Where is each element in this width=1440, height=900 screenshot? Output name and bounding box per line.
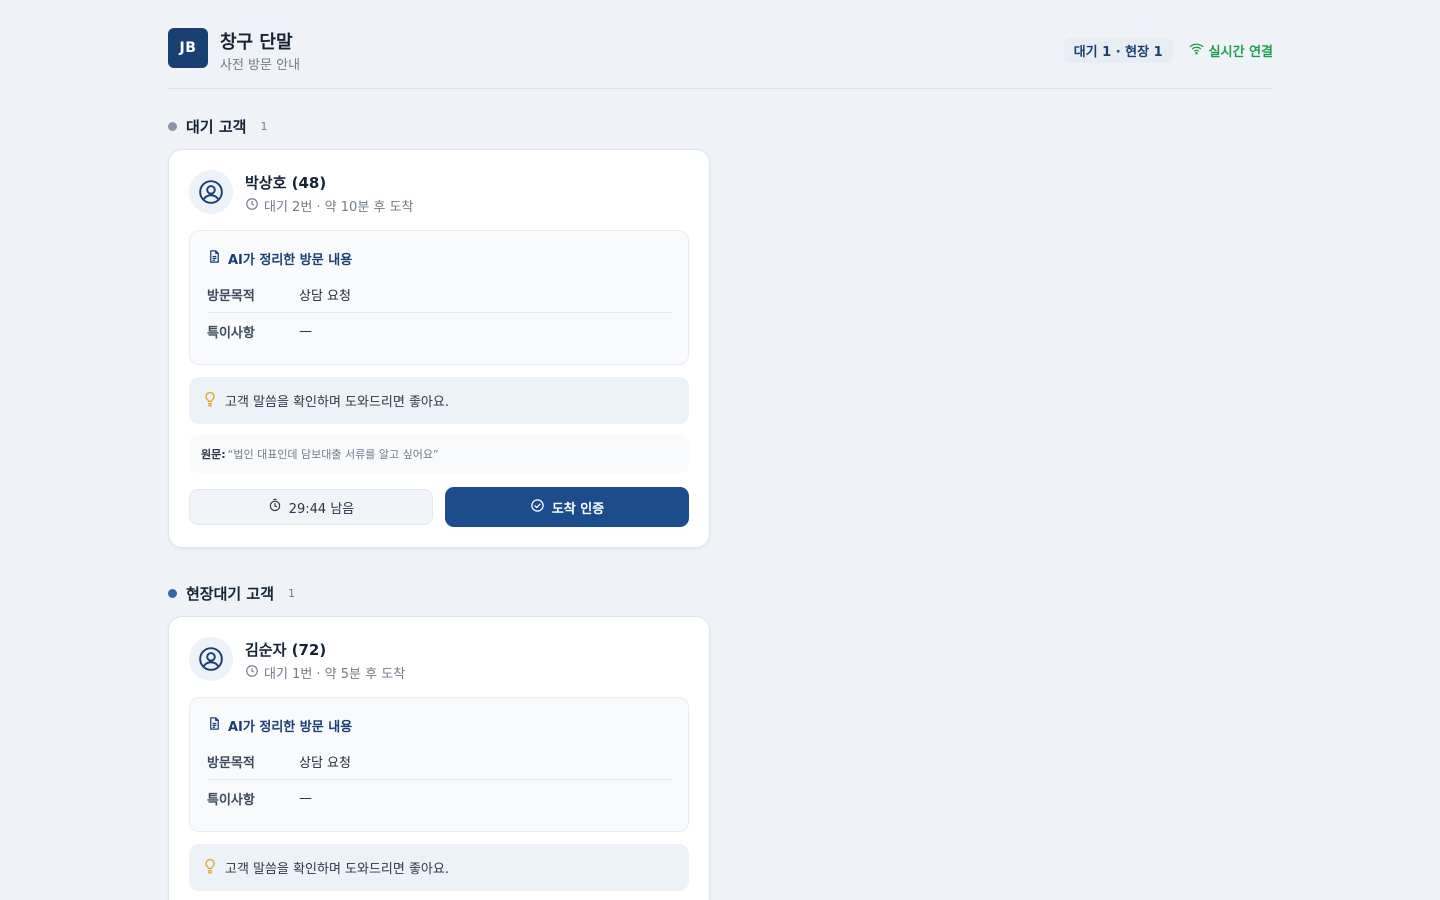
arrival-verify-button[interactable]: 도착 인증 bbox=[445, 487, 689, 527]
visit-purpose-row: 방문목적 상담 요청 bbox=[207, 277, 673, 313]
section-title: 현장대기 고객 bbox=[186, 584, 275, 603]
customer-name: 김순자 (72) bbox=[245, 641, 327, 659]
wifi-icon bbox=[1189, 41, 1204, 60]
app-logo: JB bbox=[168, 28, 208, 68]
ai-summary-title-text: AI가 정리한 방문 내용 bbox=[228, 720, 353, 735]
user-circle-icon bbox=[189, 637, 233, 681]
section-waiting-header: 대기 고객 1 bbox=[168, 116, 267, 136]
stopwatch-icon bbox=[268, 498, 282, 516]
customer-card: 김순자 (72) 대기 1번 · 약 5분 후 도착 AI가 정리한 방문 내용… bbox=[168, 616, 710, 900]
visit-purpose-label: 방문목적 bbox=[207, 756, 255, 771]
customer-meta: 대기 2번 · 약 10분 후 도착 bbox=[245, 196, 413, 215]
staff-tip: 고객 말씀을 확인하며 도와드리면 좋아요. bbox=[189, 844, 689, 891]
original-request-label: 원문: bbox=[201, 448, 226, 461]
special-note-value: — bbox=[299, 790, 312, 806]
remaining-time-label: 29:44 남음 bbox=[288, 501, 355, 517]
staff-tip-text: 고객 말씀을 확인하며 도와드리면 좋아요. bbox=[225, 395, 449, 410]
section-dot bbox=[168, 588, 177, 598]
page: JB 창구 단말 사전 방문 안내 대기 1 · 현장 1 실시간 연결 대기 … bbox=[0, 0, 1440, 900]
customer-meta: 대기 1번 · 약 5분 후 도착 bbox=[245, 663, 405, 682]
document-icon bbox=[207, 716, 222, 735]
customer-meta-text: 대기 1번 · 약 5분 후 도착 bbox=[264, 667, 406, 682]
visit-purpose-row: 방문목적 상담 요청 bbox=[207, 744, 673, 780]
visit-purpose-value: 상담 요청 bbox=[299, 289, 351, 304]
document-icon bbox=[207, 249, 222, 268]
section-count: 1 bbox=[288, 586, 296, 600]
app-title: 창구 단말 bbox=[220, 32, 293, 53]
customer-name: 박상호 (48) bbox=[245, 174, 327, 192]
live-connection-status: 실시간 연결 bbox=[1189, 41, 1273, 60]
ai-summary-box: AI가 정리한 방문 내용 방문목적 상담 요청 특이사항 — bbox=[189, 230, 689, 365]
special-note-label: 특이사항 bbox=[207, 792, 255, 808]
clock-icon bbox=[245, 664, 259, 682]
special-note-row: 특이사항 — bbox=[207, 313, 673, 349]
remaining-time-button[interactable]: 29:44 남음 bbox=[189, 489, 433, 525]
staff-tip: 고객 말씀을 확인하며 도와드리면 좋아요. bbox=[189, 377, 689, 424]
live-status-label: 실시간 연결 bbox=[1208, 45, 1273, 60]
app-header: JB 창구 단말 사전 방문 안내 대기 1 · 현장 1 실시간 연결 bbox=[168, 28, 1273, 89]
arrival-verify-label: 도착 인증 bbox=[551, 501, 605, 517]
original-request-text: “법인 대표인데 담보대출 서류를 알고 싶어요” bbox=[227, 448, 439, 461]
section-count: 1 bbox=[260, 119, 268, 133]
header-status: 대기 1 · 현장 1 실시간 연결 bbox=[1063, 38, 1273, 63]
ai-summary-title: AI가 정리한 방문 내용 bbox=[207, 716, 352, 735]
visit-purpose-value: 상담 요청 bbox=[299, 756, 351, 771]
section-dot bbox=[168, 121, 177, 131]
clock-icon bbox=[245, 197, 259, 215]
special-note-value: — bbox=[299, 323, 312, 339]
lightbulb-icon bbox=[203, 391, 217, 411]
staff-tip-text: 고객 말씀을 확인하며 도와드리면 좋아요. bbox=[225, 862, 449, 877]
original-request: 원문: “법인 대표인데 담보대출 서류를 알고 싶어요” bbox=[189, 435, 689, 473]
ai-summary-box: AI가 정리한 방문 내용 방문목적 상담 요청 특이사항 — bbox=[189, 697, 689, 832]
special-note-label: 특이사항 bbox=[207, 325, 255, 341]
customer-meta-text: 대기 2번 · 약 10분 후 도착 bbox=[264, 200, 414, 215]
check-circle-icon bbox=[530, 498, 545, 517]
queue-counts-badge: 대기 1 · 현장 1 bbox=[1063, 38, 1173, 63]
ai-summary-title: AI가 정리한 방문 내용 bbox=[207, 249, 352, 268]
special-note-row: 특이사항 — bbox=[207, 780, 673, 816]
section-onsite-header: 현장대기 고객 1 bbox=[168, 583, 295, 603]
app-subtitle: 사전 방문 안내 bbox=[220, 58, 301, 73]
visit-purpose-label: 방문목적 bbox=[207, 289, 255, 304]
ai-summary-title-text: AI가 정리한 방문 내용 bbox=[228, 253, 353, 268]
user-circle-icon bbox=[189, 170, 233, 214]
section-title: 대기 고객 bbox=[186, 117, 247, 136]
customer-card: 박상호 (48) 대기 2번 · 약 10분 후 도착 AI가 정리한 방문 내… bbox=[168, 149, 710, 548]
lightbulb-icon bbox=[203, 858, 217, 878]
